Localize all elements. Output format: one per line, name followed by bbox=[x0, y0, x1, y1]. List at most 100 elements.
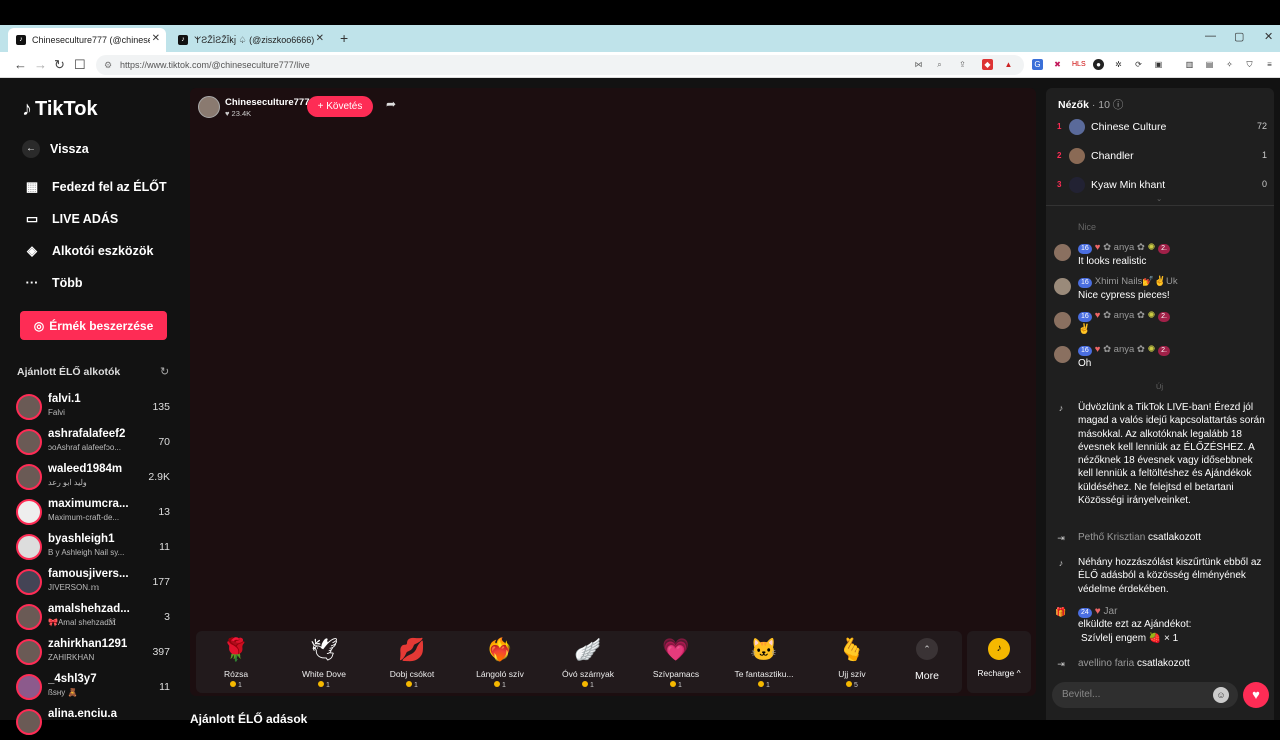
suggested-creator[interactable]: _4shl3y7 ßsнy 🧸 11 bbox=[16, 671, 174, 705]
calendar-live-icon: ▦ bbox=[25, 179, 39, 194]
emoji-icon[interactable]: ☺ bbox=[1213, 687, 1229, 703]
tiktok-logo[interactable]: ♪ TikTok bbox=[22, 98, 98, 121]
site-info-icon[interactable]: ⚙ bbox=[104, 55, 112, 75]
close-tab-icon[interactable]: ✕ bbox=[152, 33, 160, 44]
sidebar-item-go-live[interactable]: ▭ LIVE ADÁS bbox=[22, 211, 118, 227]
suggested-creator[interactable]: maximumcra... Maximum-craft-de... 13 bbox=[16, 496, 174, 530]
like-heart-icon[interactable]: ♥ bbox=[1243, 682, 1269, 708]
gift-item[interactable]: 🌹 Rózsa 1 bbox=[196, 631, 276, 693]
forward-icon[interactable]: → bbox=[34, 57, 47, 72]
sidebar-item-creator-tools[interactable]: ◈ Alkotói eszközök bbox=[22, 243, 153, 259]
extension-gear-icon[interactable]: ✲ bbox=[1113, 59, 1124, 70]
gift-bar: 🌹 Rózsa 1 🕊 White Dove 1 💋 Dobj csókot 1… bbox=[196, 631, 962, 693]
gift-item[interactable]: 🕊 White Dove 1 bbox=[284, 631, 364, 693]
coin-icon bbox=[494, 681, 501, 687]
creator-nickname: 🎀Amal shehzad🕅 bbox=[48, 618, 116, 627]
gift-name: Szívpamacs bbox=[652, 669, 700, 679]
gift-item[interactable]: 🐱 Te fantasztiku... 1 bbox=[724, 631, 804, 693]
ai-assistant-icon[interactable]: ✧ bbox=[1224, 59, 1235, 70]
suggested-creator[interactable]: famousjivers... JIVERSON.𝕞 177 bbox=[16, 566, 174, 600]
new-tab-button[interactable]: + bbox=[340, 30, 348, 46]
share-page-icon[interactable]: ⇪ bbox=[957, 59, 968, 70]
suggested-creators-title: Ajánlott ÉLŐ alkotók bbox=[17, 366, 121, 378]
sidebar-toggle-icon[interactable]: ▥ bbox=[1184, 59, 1195, 70]
suggested-creator[interactable]: ashrafalafeef2 ↄoAshraf alafeefↄo... 70 bbox=[16, 426, 174, 460]
extension-hls-icon[interactable]: HLS bbox=[1072, 59, 1086, 70]
extension-dark-icon[interactable]: ● bbox=[1093, 59, 1104, 70]
translate-extension-icon[interactable]: G bbox=[1032, 59, 1043, 70]
menu-icon[interactable]: ≡ bbox=[1264, 59, 1275, 70]
back-icon[interactable]: ← bbox=[14, 57, 27, 72]
live-video-player[interactable]: Chineseculture777 ♥ 23.4K + Követés ➦ bbox=[190, 88, 1036, 696]
viewer-score: 72 bbox=[1256, 121, 1267, 131]
tab-strip: ♪ Chineseculture777 (@chineseculture777)… bbox=[0, 25, 1280, 52]
suggested-creator[interactable]: falvi.1 Falvi 135 bbox=[16, 391, 174, 425]
gift-item[interactable]: 💋 Dobj csókot 1 bbox=[372, 631, 452, 693]
username[interactable]: avellino faria bbox=[1078, 658, 1134, 669]
suggested-creator[interactable]: zahirkhan1291 ZAHIRKHAN 397 bbox=[16, 636, 174, 670]
chat-input[interactable]: Bevitel... bbox=[1052, 682, 1238, 708]
gift-price: 1 bbox=[196, 681, 276, 689]
url-field[interactable]: ⚙ https://www.tiktok.com/@chineseculture… bbox=[96, 55, 1024, 75]
rank-badge: 2. bbox=[1158, 346, 1170, 356]
creator-name: falvi.1 bbox=[48, 393, 81, 405]
gift-name: White Dove bbox=[302, 669, 346, 679]
suggested-creator[interactable]: byashleigh1 B y Ashleigh Nail sy... 11 bbox=[16, 531, 174, 565]
close-window-button[interactable]: ✕ bbox=[1264, 30, 1273, 43]
sidebar-item-more[interactable]: ··· Több bbox=[22, 275, 83, 290]
follow-button[interactable]: + Követés bbox=[307, 96, 373, 117]
suggested-creator[interactable]: waleed1984m وليد ابو رعد 2.9K bbox=[16, 461, 174, 495]
extension-x-icon[interactable]: ✖ bbox=[1052, 59, 1063, 70]
host-name[interactable]: Chineseculture777 bbox=[225, 97, 309, 108]
top-viewer-row[interactable]: 1 Chinese Culture 72 bbox=[1057, 117, 1267, 137]
reload-icon[interactable]: ↻ bbox=[54, 57, 65, 73]
bookmark-icon[interactable]: ☐ bbox=[74, 57, 86, 73]
viewers-label: Nézők bbox=[1058, 99, 1089, 111]
sidebar-item-explore-live[interactable]: ▦ Fedezd fel az ÉLŐT bbox=[22, 179, 167, 195]
tab-tiktok-ziszkoo[interactable]: ♪ 𐌙ƧŽÌƧŽÎ𐌺ȷ̀ ♤ (@ziszkoo6666) ÉLŐ ✕ bbox=[170, 28, 330, 52]
refresh-icon[interactable]: ↻ bbox=[160, 365, 169, 378]
chevron-down-icon[interactable]: ⌄ bbox=[1156, 194, 1162, 203]
gift-item[interactable]: 🪽 Óvó szárnyak 1 bbox=[548, 631, 628, 693]
viewer-count: 11 bbox=[159, 541, 170, 553]
reader-icon[interactable]: ⋈ bbox=[913, 59, 924, 70]
close-tab-icon[interactable]: ✕ bbox=[316, 33, 324, 44]
extension-box-icon[interactable]: ▣ bbox=[1153, 59, 1164, 70]
message-text: ✌ bbox=[1078, 324, 1091, 335]
get-coins-button[interactable]: ◎ Érmék beszerzése bbox=[20, 311, 167, 340]
maximize-button[interactable]: ▢ bbox=[1234, 30, 1244, 43]
top-viewer-row[interactable]: 3 Kyaw Min khant 0 bbox=[1057, 175, 1267, 195]
gift-line: Szívlelj engem 🍓 × 1 bbox=[1081, 632, 1179, 644]
brave-shield-icon[interactable]: ◆ bbox=[982, 59, 993, 70]
chevron-up-icon: ⌃ bbox=[916, 638, 938, 660]
host-avatar[interactable] bbox=[198, 96, 220, 118]
welcome-text: Üdvözlünk a TikTok LIVE-ban! Érezd jól m… bbox=[1078, 402, 1265, 507]
suggested-creator[interactable]: alina.enciu.a bbox=[16, 706, 174, 740]
back-link[interactable]: ← Vissza bbox=[22, 140, 89, 158]
get-coins-label: Érmék beszerzése bbox=[49, 318, 154, 333]
share-icon[interactable]: ➦ bbox=[386, 97, 396, 111]
logo-text: TikTok bbox=[35, 98, 98, 120]
zoom-icon[interactable]: ⌕ bbox=[934, 59, 945, 70]
tab-title: Chineseculture777 (@chineseculture777) bbox=[32, 35, 150, 45]
gift-item[interactable]: ❤️‍🔥 Lángoló szív 1 bbox=[460, 631, 540, 693]
join-label: csatlakozott bbox=[1136, 658, 1190, 669]
recharge-button[interactable]: ♪ Recharge ^ bbox=[967, 631, 1031, 693]
info-icon[interactable]: ⓘ bbox=[1113, 99, 1124, 111]
wallet-icon[interactable]: ▤ bbox=[1204, 59, 1215, 70]
extension-reload-icon[interactable]: ⟳ bbox=[1133, 59, 1144, 70]
minimize-button[interactable]: — bbox=[1205, 30, 1216, 42]
vpn-shield-icon[interactable]: ⛉ bbox=[1244, 59, 1255, 70]
username[interactable]: Pethő Krisztian bbox=[1078, 532, 1145, 543]
more-gifts-button[interactable]: ⌃ More bbox=[907, 638, 947, 688]
suggested-creator[interactable]: amalshehzad... 🎀Amal shehzad🕅 3 bbox=[16, 601, 174, 635]
rewards-icon[interactable]: ▲ bbox=[1003, 59, 1014, 70]
tab-tiktok-chineseculture[interactable]: ♪ Chineseculture777 (@chineseculture777)… bbox=[8, 28, 166, 52]
creator-nickname: Falvi bbox=[48, 408, 65, 417]
top-viewer-row[interactable]: 2 Chandler 1 bbox=[1057, 146, 1267, 166]
creator-nickname: وليد ابو رعد bbox=[48, 478, 87, 487]
gift-item[interactable]: 💗 Szívpamacs 1 bbox=[636, 631, 716, 693]
level-badge: 24 bbox=[1078, 608, 1092, 618]
gift-item[interactable]: 🫰 Ujj szív 5 bbox=[812, 631, 892, 693]
gift-price: 1 bbox=[636, 681, 716, 689]
